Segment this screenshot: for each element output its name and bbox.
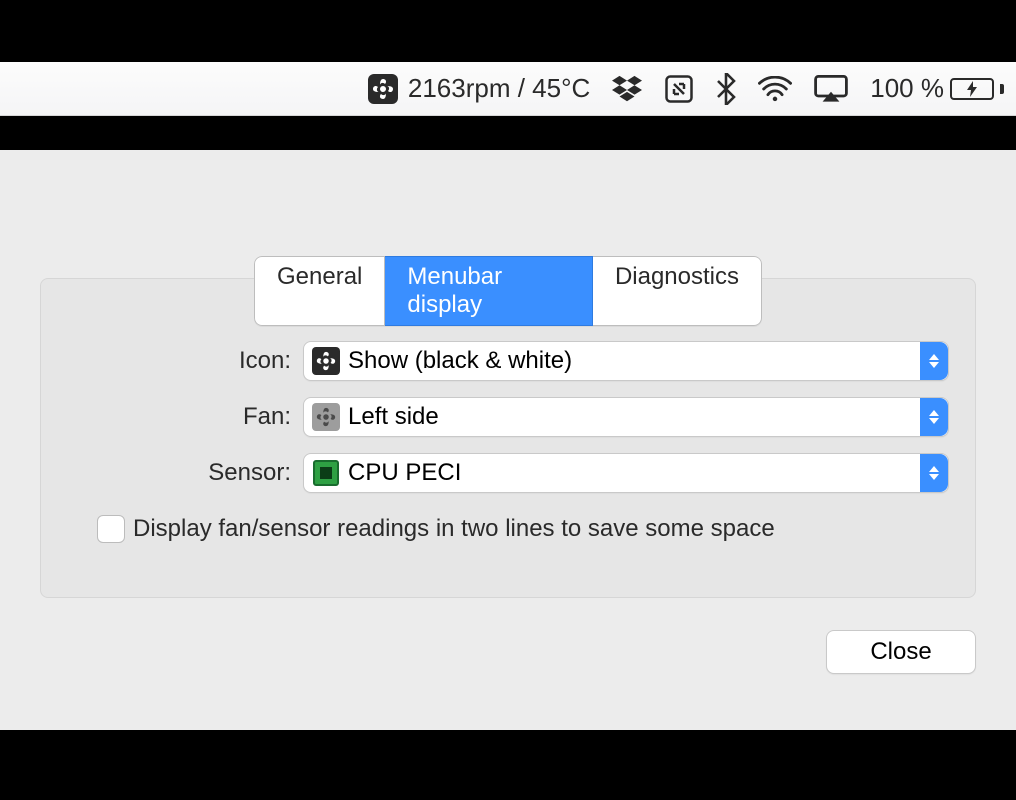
settings-panel: Icon: Show (black & white) Fan: Left sid…: [40, 278, 976, 598]
two-lines-label: Display fan/sensor readings in two lines…: [133, 515, 775, 543]
two-lines-row: Display fan/sensor readings in two lines…: [97, 515, 775, 543]
fan-icon: [368, 74, 398, 104]
sync-icon[interactable]: [664, 74, 694, 104]
fan-select[interactable]: Left side: [303, 397, 949, 437]
fan-icon: [312, 347, 340, 375]
preferences-window: General Menubar display Diagnostics Icon…: [0, 150, 1016, 730]
icon-select[interactable]: Show (black & white): [303, 341, 949, 381]
icon-select-value: Show (black & white): [348, 347, 572, 375]
tab-diagnostics[interactable]: Diagnostics: [593, 256, 762, 326]
dropbox-icon[interactable]: [612, 75, 642, 103]
battery-tip: [1000, 84, 1004, 94]
airplay-icon[interactable]: [814, 75, 848, 103]
fan-reading-menubar-item[interactable]: 2163rpm / 45°C: [368, 73, 590, 104]
icon-row: Icon: Show (black & white): [41, 339, 975, 383]
icon-label: Icon:: [41, 347, 303, 375]
bluetooth-icon[interactable]: [716, 73, 736, 105]
select-stepper-icon: [920, 454, 948, 492]
battery-menubar-item[interactable]: 100 %: [870, 73, 1004, 104]
fan-icon: [312, 403, 340, 431]
sensor-select[interactable]: CPU PECI: [303, 453, 949, 493]
tab-label: Menubar display: [407, 263, 502, 318]
fan-row: Fan: Left side: [41, 395, 975, 439]
fan-select-value: Left side: [348, 403, 439, 431]
tab-general[interactable]: General: [254, 256, 385, 326]
sensor-select-value: CPU PECI: [348, 459, 461, 487]
fan-label: Fan:: [41, 403, 303, 431]
battery-icon: [950, 78, 994, 100]
two-lines-checkbox[interactable]: [97, 515, 125, 543]
select-stepper-icon: [920, 398, 948, 436]
battery-percent-text: 100 %: [870, 73, 944, 104]
close-button[interactable]: Close: [826, 630, 976, 674]
tab-label: Diagnostics: [615, 263, 739, 290]
tab-menubar-display[interactable]: Menubar display: [385, 256, 593, 326]
wifi-icon[interactable]: [758, 76, 792, 102]
close-button-label: Close: [870, 638, 931, 666]
sensor-row: Sensor: CPU PECI: [41, 451, 975, 495]
fan-reading-text: 2163rpm / 45°C: [408, 73, 590, 104]
select-stepper-icon: [920, 342, 948, 380]
sensor-label: Sensor:: [41, 459, 303, 487]
system-menubar: 2163rpm / 45°C 100 %: [0, 62, 1016, 116]
tab-label: General: [277, 263, 362, 290]
tab-strip: General Menubar display Diagnostics: [254, 256, 762, 326]
chip-icon: [312, 459, 340, 487]
